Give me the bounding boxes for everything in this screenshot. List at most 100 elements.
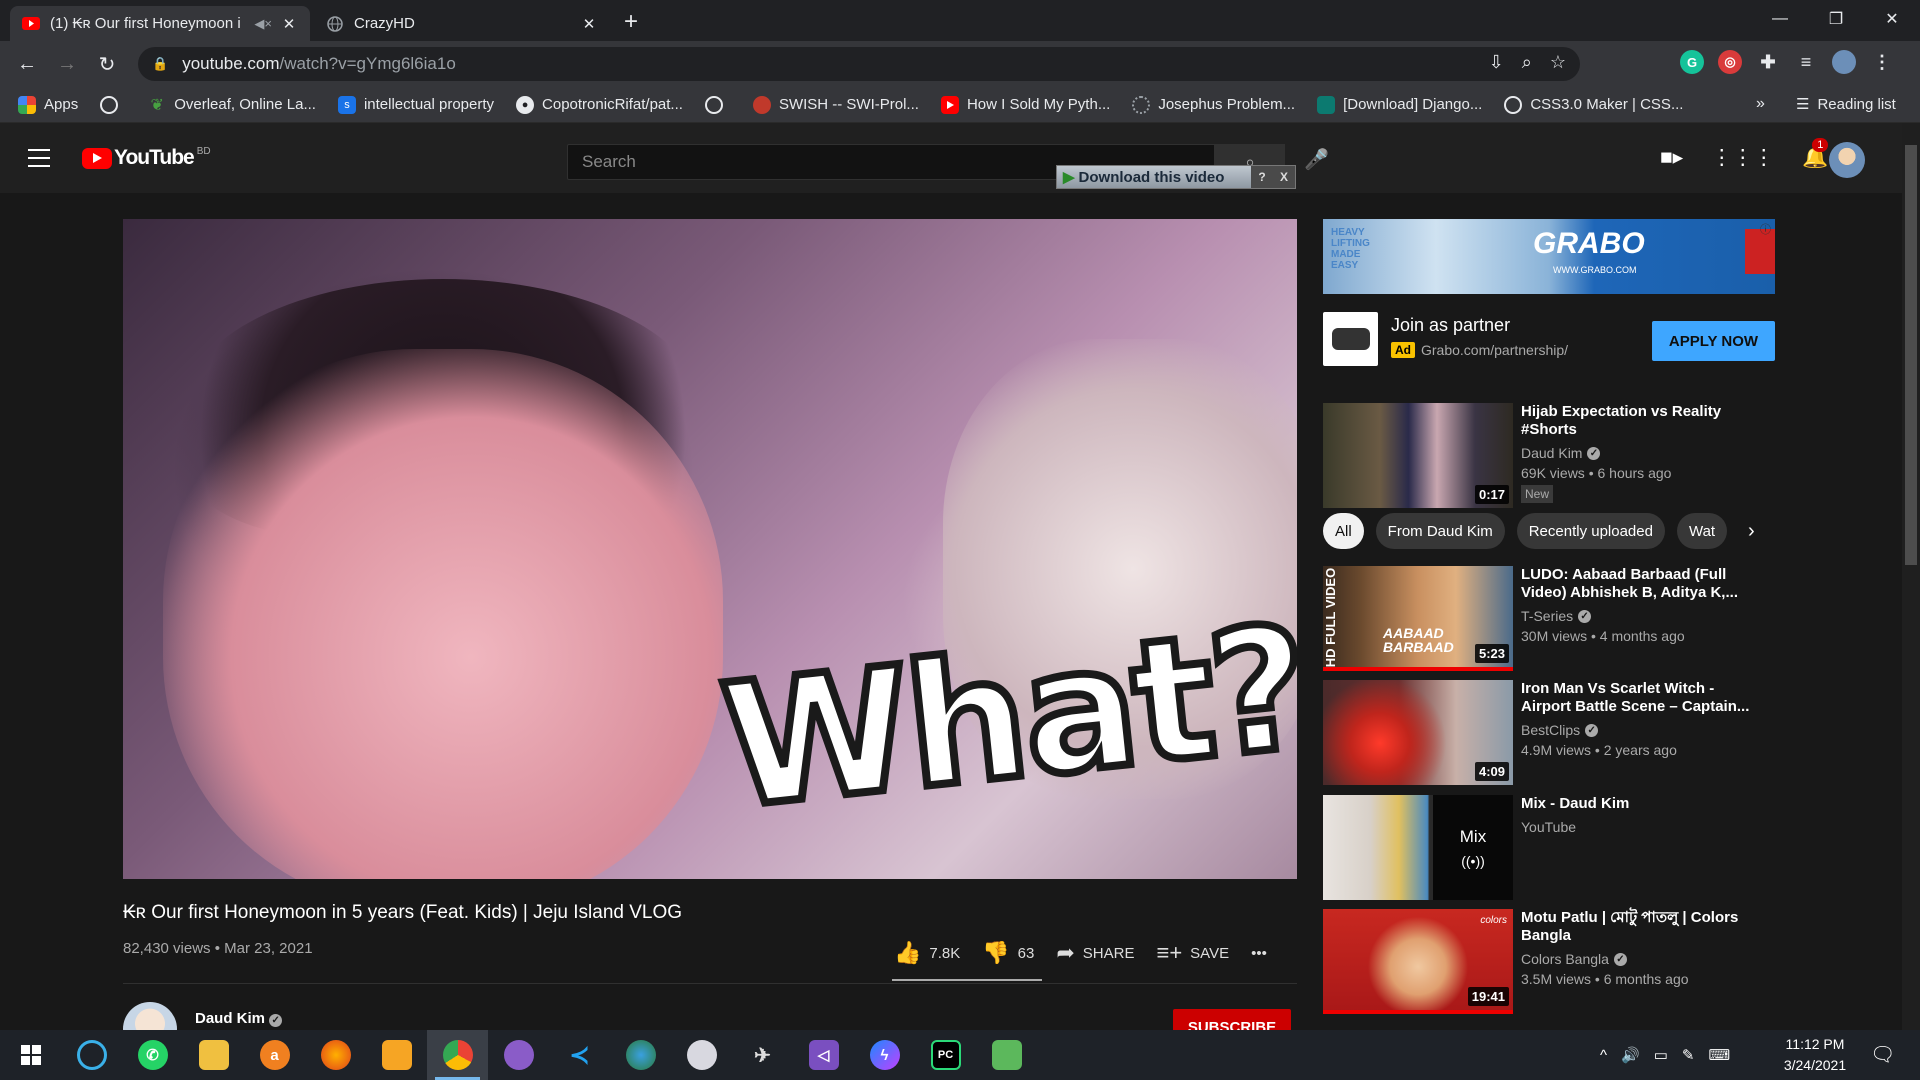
bookmark-django[interactable]: [Download] Django... [1317, 95, 1482, 114]
taskbar-app[interactable]: ✆ [122, 1030, 183, 1080]
media-control-icon[interactable]: ≡ [1794, 50, 1818, 74]
taskbar-app[interactable] [61, 1030, 122, 1080]
bookmarks-more-button[interactable]: » [1756, 95, 1765, 113]
clock-time: 11:12 PM [1785, 1036, 1845, 1052]
like-button[interactable]: 👍 7.8K [894, 940, 960, 966]
taskbar-app[interactable] [366, 1030, 427, 1080]
restore-icon[interactable]: ❐ [1808, 0, 1864, 38]
bookmark-globe[interactable] [100, 95, 126, 114]
volume-icon[interactable]: 🔊 [1621, 1046, 1640, 1064]
reload-icon[interactable]: ↻ [92, 49, 122, 79]
address-bar[interactable]: 🔒 youtube.com/watch?v=gYmg6l6ia1o ⇩ ⌕ ☆ [138, 47, 1580, 81]
taskbar-app[interactable]: ≺ [549, 1030, 610, 1080]
taskbar-app[interactable]: a [244, 1030, 305, 1080]
apps-grid-icon[interactable]: ⋮⋮⋮ [1711, 145, 1774, 170]
chip-recently-uploaded[interactable]: Recently uploaded [1516, 513, 1665, 549]
puzzle-icon[interactable]: ✚ [1756, 50, 1780, 74]
account-avatar[interactable] [1829, 142, 1865, 178]
windows-icon [20, 1045, 41, 1065]
taskbar-clock[interactable]: 11:12 PM 3/24/2021 [1770, 1034, 1860, 1076]
taskbar-app[interactable] [183, 1030, 244, 1080]
recommendation-channel: YouTube [1521, 819, 1577, 835]
taskbar-app[interactable]: ✈ [732, 1030, 793, 1080]
bookmark-python[interactable]: How I Sold My Pyth... [940, 95, 1110, 114]
verified-icon: ✓ [269, 1014, 283, 1027]
bookmark-apps[interactable]: Apps [18, 95, 78, 114]
swish-icon [752, 95, 771, 114]
menu-kebab-icon[interactable]: ⋮ [1870, 50, 1894, 74]
chip-watched[interactable]: Wat [1676, 513, 1728, 549]
video-thumbnail: 0:17 [1323, 403, 1513, 508]
taskbar-app[interactable] [976, 1030, 1037, 1080]
taskbar-app[interactable] [488, 1030, 549, 1080]
download-close-icon[interactable]: X [1273, 170, 1295, 184]
new-tab-button[interactable]: + [624, 8, 638, 36]
tab-audio-muted-icon[interactable]: ◀× [254, 16, 272, 32]
notifications-bell-icon[interactable]: 🔔 1 [1802, 137, 1828, 170]
download-video-button[interactable]: ▶ Download this video [1057, 166, 1251, 188]
more-actions-button[interactable]: ••• [1251, 945, 1267, 962]
save-button[interactable]: ≡+ SAVE [1156, 940, 1229, 966]
recommendation-item[interactable]: HD FULL VIDEO AABAAD BARBAAD 5:23 LUDO: … [1323, 566, 1783, 671]
back-icon[interactable]: ← [12, 49, 42, 79]
video-player[interactable]: What? [123, 219, 1297, 879]
tab-youtube[interactable]: (1) ₭ʀ Our first Honeymoon i ◀× ✕ [10, 6, 310, 41]
chevron-right-icon[interactable]: › [1748, 520, 1755, 543]
channel-name[interactable]: Daud Kim ✓ [195, 1010, 283, 1027]
zoom-icon[interactable]: ⌕ [1522, 52, 1532, 73]
profile-avatar[interactable] [1832, 50, 1856, 74]
bookmark-globe-2[interactable] [704, 95, 731, 114]
keyboard-icon[interactable]: ⌨ [1709, 1046, 1731, 1064]
forward-icon[interactable]: → [52, 49, 82, 79]
taskbar-app[interactable]: ϟ [854, 1030, 915, 1080]
pen-icon[interactable]: ✎ [1682, 1046, 1695, 1064]
download-help-icon[interactable]: ? [1251, 170, 1273, 184]
minimize-icon[interactable]: — [1752, 0, 1808, 38]
youtube-logo[interactable]: YouTube BD [82, 146, 211, 170]
create-video-icon[interactable]: ■▸ [1660, 145, 1683, 170]
hamburger-menu-icon[interactable] [28, 149, 50, 173]
bookmark-swish[interactable]: SWISH -- SWI-Prol... [752, 95, 919, 114]
show-hidden-icons-icon[interactable]: ^ [1600, 1047, 1607, 1064]
ad-info-icon[interactable]: ⓘ [1760, 221, 1771, 237]
chip-from-daud-kim[interactable]: From Daud Kim [1375, 513, 1505, 549]
taskbar-app[interactable]: PC [915, 1030, 976, 1080]
bookmark-css3[interactable]: CSS3.0 Maker | CSS... [1504, 95, 1683, 114]
scrollbar-thumb[interactable] [1905, 145, 1917, 565]
taskbar-app[interactable] [305, 1030, 366, 1080]
close-window-icon[interactable]: ✕ [1864, 0, 1920, 38]
taskbar-app[interactable]: ◁ [793, 1030, 854, 1080]
extension-icon[interactable]: ◎ [1718, 50, 1742, 74]
recommendation-item[interactable]: 0:17 Hijab Expectation vs Reality #Short… [1323, 403, 1783, 508]
star-icon[interactable]: ☆ [1550, 52, 1566, 73]
bookmark-overleaf[interactable]: ❦ Overleaf, Online La... [148, 96, 316, 114]
grammarly-icon[interactable]: G [1680, 50, 1704, 74]
recommendation-item[interactable]: Mix ((•)) Mix - Daud Kim YouTube [1323, 795, 1783, 900]
share-button[interactable]: ➦ SHARE [1056, 940, 1134, 966]
start-button[interactable] [0, 1030, 61, 1080]
taskbar-app[interactable] [671, 1030, 732, 1080]
apply-now-button[interactable]: APPLY NOW [1652, 321, 1775, 361]
network-icon[interactable]: ▭ [1654, 1046, 1668, 1064]
reading-list-button[interactable]: ☰ Reading list [1796, 95, 1896, 114]
apps-icon [18, 95, 36, 114]
taskbar-app[interactable] [610, 1030, 671, 1080]
recommendation-item[interactable]: colors 19:41 Motu Patlu | মোটু পাতলু | C… [1323, 909, 1783, 1014]
tab-close-icon[interactable]: ✕ [580, 15, 598, 33]
microphone-icon[interactable]: 🎤 [1304, 147, 1329, 172]
page-scrollbar[interactable] [1902, 123, 1920, 1030]
bookmark-josephus[interactable]: Josephus Problem... [1132, 95, 1295, 114]
dislike-button[interactable]: 👎 63 [982, 940, 1034, 966]
bookmark-intellectual-property[interactable]: s intellectual property [337, 95, 494, 114]
bookmark-github[interactable]: ● CopotronicRifat/pat... [516, 95, 683, 114]
lock-icon: 🔒 [152, 56, 169, 71]
action-center-icon[interactable]: 🗨 [1870, 1042, 1895, 1067]
recommendation-item[interactable]: 4:09 Iron Man Vs Scarlet Witch - Airport… [1323, 680, 1783, 785]
install-icon[interactable]: ⇩ [1489, 52, 1504, 73]
tab-crazyhd[interactable]: CrazyHD ✕ [314, 6, 610, 41]
tab-close-icon[interactable]: ✕ [280, 15, 298, 33]
ad-banner[interactable]: HEAVY LIFTING MADE EASY GRABO WWW.GRABO.… [1323, 219, 1775, 294]
taskbar-app[interactable] [427, 1030, 488, 1080]
chip-all[interactable]: All [1323, 513, 1364, 549]
overleaf-icon: ❦ [150, 96, 164, 114]
